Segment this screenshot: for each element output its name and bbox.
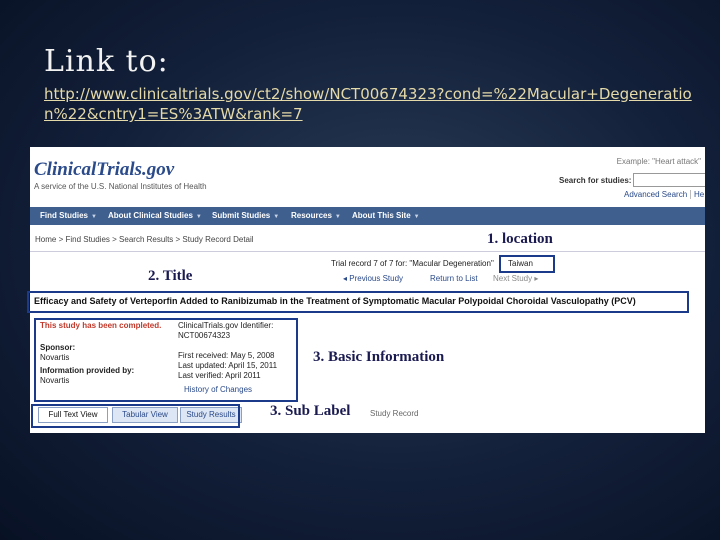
study-record-link[interactable]: Study Record — [370, 409, 418, 418]
sub-label-highlight-box — [31, 404, 240, 428]
title-highlight-box — [27, 291, 689, 313]
return-to-list-link[interactable]: Return to List — [430, 274, 478, 283]
nav-about-clinical-studies[interactable]: About Clinical Studies ▼ — [108, 211, 202, 220]
site-logo[interactable]: ClinicalTrials.gov — [34, 159, 174, 181]
nav-resources[interactable]: Resources ▼ — [291, 211, 341, 220]
callout-title: 2. Title — [148, 268, 193, 284]
advanced-search-link[interactable]: Advanced Search — [624, 190, 687, 199]
chevron-down-icon: ▼ — [273, 214, 280, 220]
basic-info-highlight-box — [34, 318, 298, 402]
callout-basic-information: 3. Basic Information — [313, 349, 445, 365]
chevron-down-icon: ▼ — [195, 214, 202, 220]
location-highlight-box — [499, 255, 555, 273]
main-nav: Find Studies ▼ About Clinical Studies ▼ Su… — [30, 207, 705, 225]
search-label: Search for studies: — [559, 176, 632, 185]
nav-find-studies[interactable]: Find Studies ▼ — [40, 211, 97, 220]
next-study-link[interactable]: Next Study ▸ — [493, 274, 538, 283]
divider — [30, 251, 705, 252]
clinicaltrials-link[interactable]: http://www.clinicaltrials.gov/ct2/show/N… — [44, 84, 714, 124]
trial-record-text: Trial record 7 of 7 for: "Macular Degene… — [331, 259, 494, 268]
previous-study-link[interactable]: ◂ Previous Study — [343, 274, 403, 283]
help-link[interactable]: He — [690, 190, 704, 199]
breadcrumb[interactable]: Home > Find Studies > Search Results > S… — [35, 235, 254, 244]
nav-about-this-site[interactable]: About This Site ▼ — [352, 211, 420, 220]
search-input[interactable] — [633, 173, 705, 187]
callout-location: 1. location — [487, 231, 553, 247]
site-tagline: A service of the U.S. National Institute… — [34, 182, 207, 191]
chevron-down-icon: ▼ — [334, 214, 341, 220]
search-example: Example: "Heart attack" — [616, 157, 701, 166]
slide-heading: Link to: — [44, 44, 169, 79]
callout-sub-label: 3. Sub Label — [270, 403, 351, 419]
nav-submit-studies[interactable]: Submit Studies ▼ — [212, 211, 279, 220]
chevron-down-icon: ▼ — [91, 214, 97, 220]
chevron-down-icon: ▼ — [413, 214, 420, 220]
